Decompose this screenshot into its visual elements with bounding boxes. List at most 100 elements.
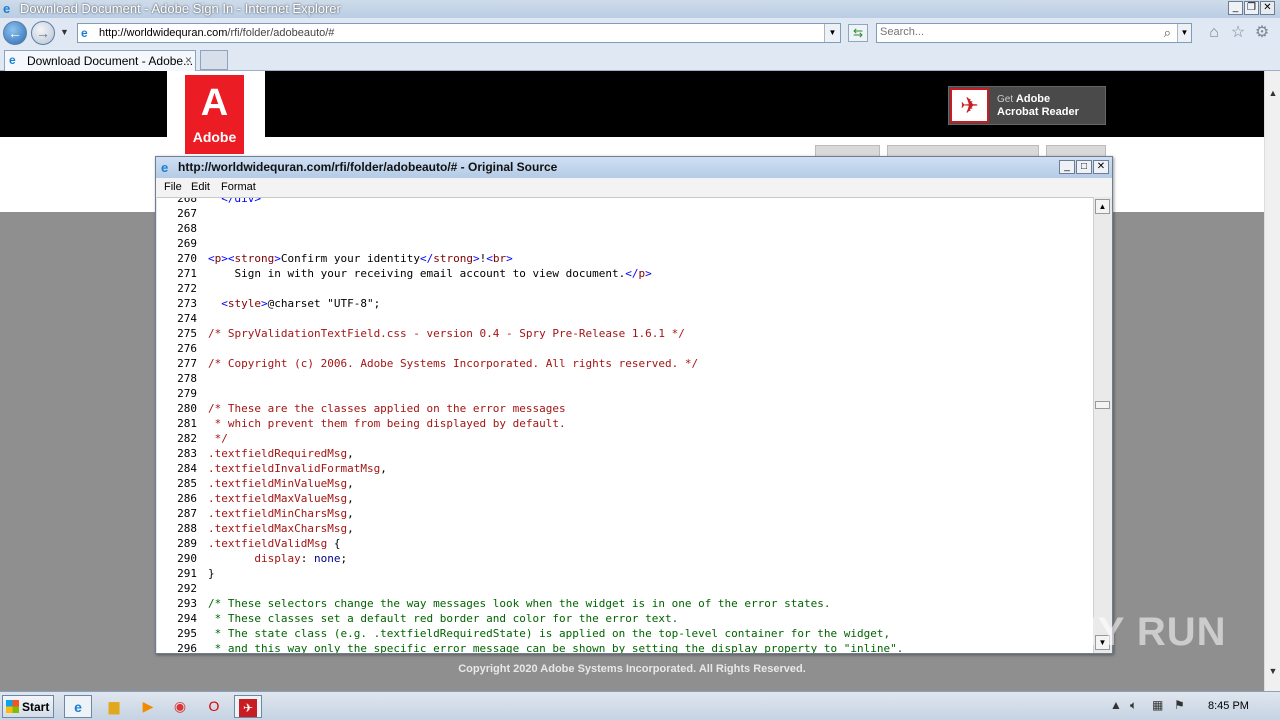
source-viewer-title-bar: e http://worldwidequran.com/rfi/folder/a… <box>156 157 1112 178</box>
line-number: 290 <box>177 552 197 565</box>
source-close-icon[interactable]: ✕ <box>1093 160 1109 174</box>
code-token: , <box>347 522 354 535</box>
tab-close-icon[interactable]: × <box>185 53 192 67</box>
refresh-button[interactable]: ⇆ <box>848 24 868 42</box>
scroll-down-icon[interactable]: ▼ <box>1266 663 1280 679</box>
minimize-icon[interactable]: _ <box>1228 1 1243 15</box>
tab-label: Download Document - Adobe... <box>27 54 194 68</box>
code-token: * The state class (e.g. .textfieldRequir… <box>208 627 891 640</box>
back-button[interactable]: ← <box>3 21 27 45</box>
forward-button[interactable]: → <box>31 21 55 45</box>
source-line: 268 </div> <box>157 197 1093 206</box>
source-scroll-up-icon[interactable]: ▲ <box>1095 199 1110 214</box>
line-number: 291 <box>177 567 197 580</box>
source-line: 268 <box>157 221 1093 236</box>
code-token: /* Copyright (c) 2006. Adobe Systems Inc… <box>208 357 699 370</box>
menu-format[interactable]: Format <box>221 181 256 193</box>
action-center-flag-icon[interactable]: ⚑ <box>1174 698 1185 712</box>
code-token: .textfieldValidMsg <box>208 537 328 550</box>
source-line: 285 .textfieldMinValueMsg, <box>157 476 1093 491</box>
history-dropdown-icon[interactable]: ▼ <box>60 27 69 37</box>
address-toolbar: ← → ▼ e http://worldwidequran.com/rfi/fo… <box>0 18 1280 48</box>
line-number: 270 <box>177 252 197 265</box>
address-bar[interactable]: e http://worldwidequran.com/rfi/folder/a… <box>77 23 841 43</box>
scroll-up-icon[interactable]: ▲ <box>1266 85 1280 101</box>
source-line: 294 * These classes set a default red bo… <box>157 611 1093 626</box>
start-button[interactable]: Start <box>2 695 54 718</box>
tray-expand-icon[interactable]: ▲ <box>1110 698 1122 712</box>
menu-file[interactable]: File <box>164 181 182 193</box>
favorites-star-icon[interactable]: ☆ <box>1229 24 1247 42</box>
restore-icon[interactable]: ❐ <box>1244 1 1259 15</box>
source-line: 295 * The state class (e.g. .textfieldRe… <box>157 626 1093 641</box>
copyright-text: Copyright 2020 Adobe Systems Incorporate… <box>458 663 806 675</box>
code-token: , <box>380 462 387 475</box>
reader-get: Get <box>997 94 1014 105</box>
address-dropdown-icon[interactable]: ▼ <box>824 24 840 42</box>
line-code: /* SpryValidationTextField.css - version… <box>208 326 685 341</box>
page-scrollbar[interactable]: ▲ ▼ <box>1264 71 1280 691</box>
source-line: 283 .textfieldRequiredMsg, <box>157 446 1093 461</box>
source-line: 291} <box>157 566 1093 581</box>
taskbar-media-player-icon[interactable]: ▶ <box>134 695 162 718</box>
taskbar-opera-icon[interactable]: O <box>200 695 228 718</box>
source-maximize-icon[interactable]: □ <box>1076 160 1092 174</box>
taskbar-acrobat-icon[interactable]: ✈ <box>234 695 262 718</box>
get-acrobat-reader-button[interactable]: ✈ Get Adobe Acrobat Reader <box>948 86 1106 125</box>
line-code: .textfieldRequiredMsg, <box>208 446 354 461</box>
source-code-view[interactable]: 268 </div> 267 268 269 270 <p><strong>Confirm… <box>157 197 1093 653</box>
volume-icon[interactable]: 🔈︎ <box>1130 698 1137 713</box>
taskbar-chrome-icon[interactable]: ◉ <box>166 695 194 718</box>
code-token: * and this way only the specific error m… <box>208 642 904 653</box>
line-number: 293 <box>177 597 197 610</box>
source-minimize-icon[interactable]: _ <box>1059 160 1075 174</box>
source-line: 269 <box>157 236 1093 251</box>
source-viewer-title: http://worldwidequran.com/rfi/folder/ado… <box>178 160 558 174</box>
code-token: > <box>506 252 513 265</box>
network-icon[interactable]: ▦ <box>1152 698 1163 712</box>
source-line: 293 /* These selectors change the way mes… <box>157 596 1093 611</box>
line-number: 282 <box>177 432 197 445</box>
home-icon[interactable]: ⌂ <box>1205 24 1223 42</box>
line-number: 275 <box>177 327 197 340</box>
menu-edit[interactable]: Edit <box>191 181 210 193</box>
code-token: < <box>208 252 215 265</box>
source-line: 276 <box>157 341 1093 356</box>
code-token: > <box>645 267 652 280</box>
source-scroll-thumb[interactable] <box>1095 401 1110 409</box>
taskbar-ie-icon[interactable]: e <box>64 695 92 718</box>
reader-product: Acrobat Reader <box>997 106 1079 118</box>
new-tab-button[interactable] <box>200 50 228 70</box>
code-token: * which prevent them from being displaye… <box>208 417 566 430</box>
line-code: .textfieldInvalidFormatMsg, <box>208 461 387 476</box>
search-icon[interactable]: ⌕ <box>1164 25 1171 41</box>
source-line: 271 Sign in with your receiving email ac… <box>157 266 1093 281</box>
source-line: 281 * which prevent them from being disp… <box>157 416 1093 431</box>
windows-flag-icon <box>6 700 19 713</box>
acrobat-badge-icon: ✈ <box>239 699 257 717</box>
line-number: 279 <box>177 387 197 400</box>
source-line: 280 /* These are the classes applied on t… <box>157 401 1093 416</box>
line-code: } <box>208 566 215 581</box>
search-input[interactable] <box>880 26 1150 38</box>
line-number: 267 <box>177 207 197 220</box>
code-token: .textfieldMaxCharsMsg <box>208 522 348 535</box>
search-dropdown-icon[interactable]: ▼ <box>1177 24 1191 42</box>
source-line: 277 /* Copyright (c) 2006. Adobe Systems … <box>157 356 1093 371</box>
tab-row: e Download Document - Adobe... × <box>0 48 1280 71</box>
close-icon[interactable]: ✕ <box>1260 1 1275 15</box>
line-code: /* Copyright (c) 2006. Adobe Systems Inc… <box>208 356 698 371</box>
code-token: </div> <box>208 197 261 205</box>
clock: 8:45 PM <box>1208 700 1249 712</box>
source-line: 279 <box>157 386 1093 401</box>
source-scrollbar[interactable]: ▲ ▼ <box>1093 197 1112 653</box>
address-url[interactable]: http://worldwidequran.com/rfi/folder/ado… <box>99 27 334 39</box>
line-number: 269 <box>177 237 197 250</box>
taskbar-folder-icon[interactable]: ▆ <box>100 695 128 718</box>
tools-gear-icon[interactable]: ⚙ <box>1253 24 1271 42</box>
line-number: 286 <box>177 492 197 505</box>
tab-download-document[interactable]: e Download Document - Adobe... × <box>4 50 196 71</box>
reader-line1: Get Adobe <box>997 93 1050 105</box>
adobe-logo: A Adobe <box>167 71 265 155</box>
search-box[interactable]: ⌕ ▼ <box>876 23 1192 43</box>
